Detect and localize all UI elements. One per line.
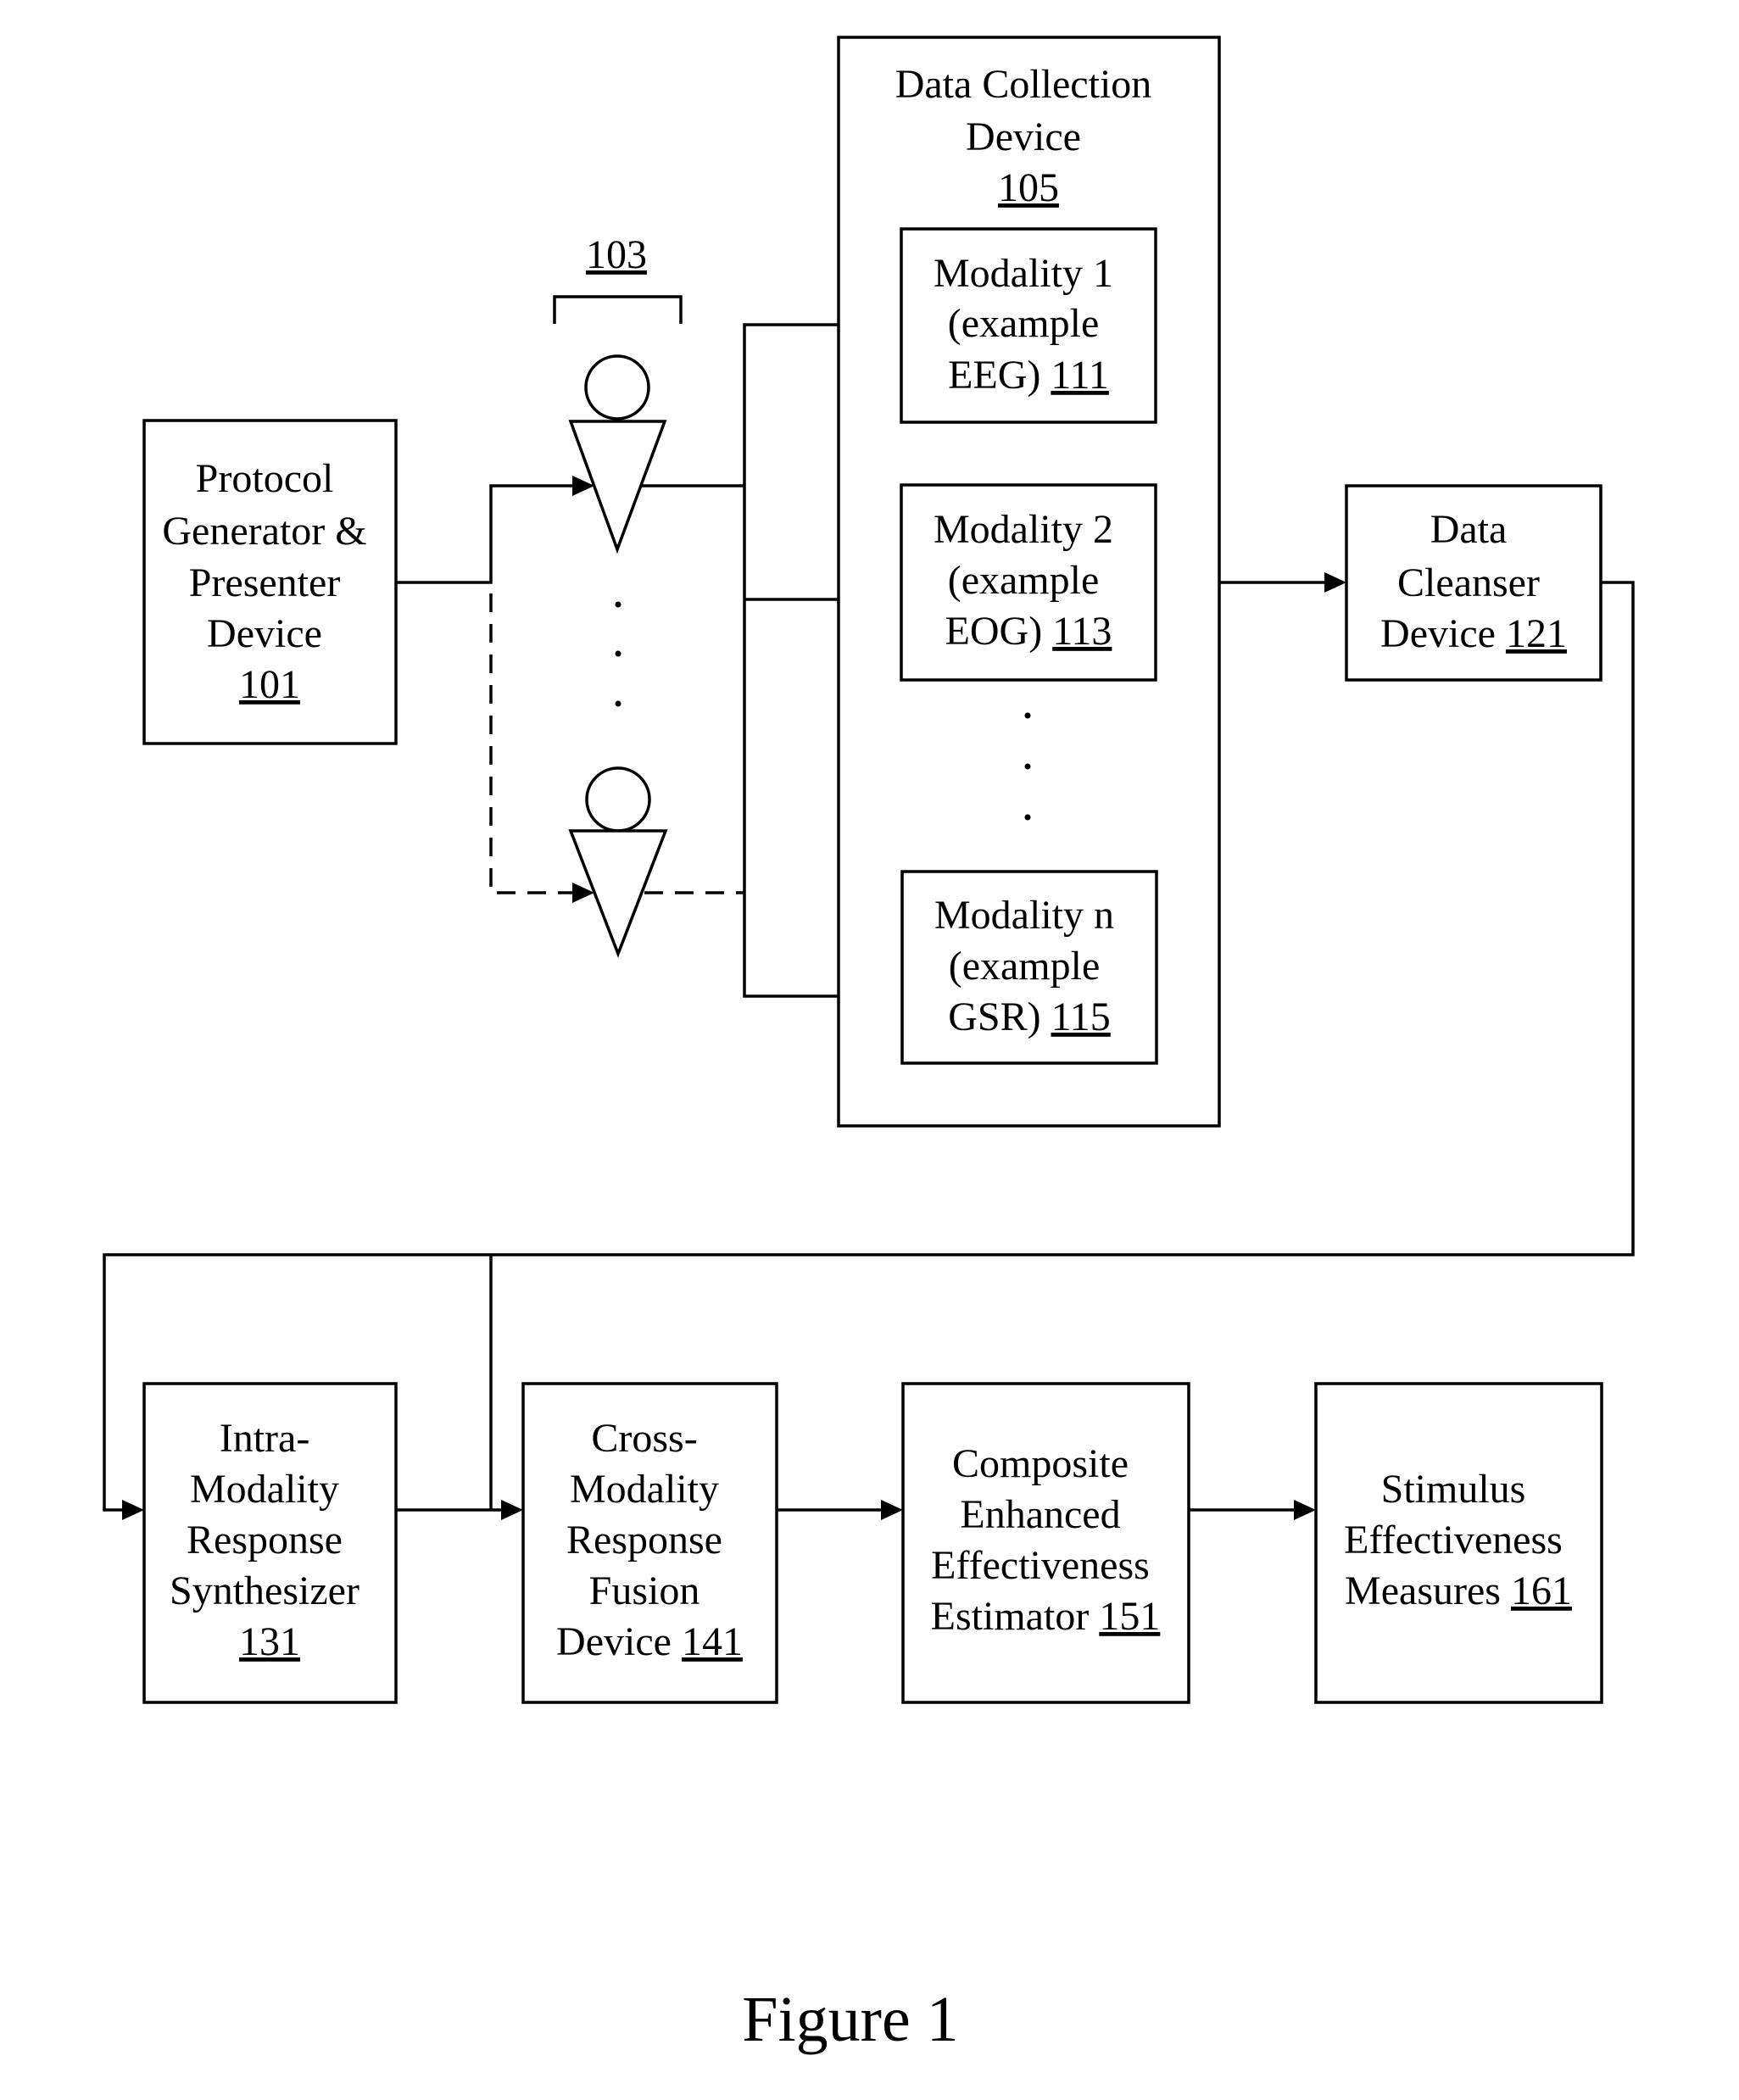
ref-161: 161 — [1511, 1568, 1572, 1613]
arrow-head — [1294, 1500, 1316, 1520]
subject-1-icon — [568, 354, 667, 554]
connector-protocol-to-subject-1 — [396, 484, 587, 584]
ellipsis-dot — [1024, 763, 1031, 770]
cross-modality-block[interactable]: Cross- Modality Response Fusion Device 1… — [521, 1382, 778, 1704]
ellipsis-dot — [615, 700, 621, 707]
intra-modality-block[interactable]: Intra- Modality Response Synthesizer 131 — [142, 1382, 398, 1704]
data-collection-block[interactable]: Data Collection Device 105 Modality 1 (e… — [837, 36, 1221, 1128]
modality-n-label: Modality n (example GSR) 115 — [934, 893, 1124, 1039]
input-bus — [743, 323, 839, 998]
arrow-head — [881, 1500, 903, 1520]
ref-141: 141 — [682, 1619, 743, 1664]
ref-121: 121 — [1506, 611, 1567, 656]
ellipsis-dot — [615, 601, 621, 608]
figure-caption: Figure 1 — [742, 1984, 958, 2055]
subjects-bracket — [553, 295, 683, 324]
arrow-head — [1324, 572, 1346, 593]
modality-1-block[interactable]: Modality 1 (example EEG) 111 — [900, 227, 1157, 424]
ellipsis-dot — [1024, 814, 1031, 821]
composite-estimator-block[interactable]: Composite Enhanced Effectiveness Estimat… — [901, 1382, 1190, 1704]
stimulus-measures-block[interactable]: Stimulus Effectiveness Measures 161 — [1314, 1382, 1603, 1704]
modality-n-block[interactable]: Modality n (example GSR) 115 — [900, 870, 1158, 1065]
subjects-group: 103 — [553, 232, 683, 958]
data-cleanser-block[interactable]: Data Cleanser Device 121 — [1345, 484, 1602, 682]
arrow-head — [501, 1500, 523, 1520]
connector-protocol-to-subject-n — [489, 593, 587, 894]
arrow-head — [122, 1500, 144, 1520]
ellipsis-dot — [1024, 712, 1031, 719]
ref-101: 101 — [239, 662, 300, 707]
modality-2-block[interactable]: Modality 2 (example EOG) 113 — [900, 483, 1157, 682]
ref-111: 111 — [1051, 353, 1108, 398]
protocol-generator-block[interactable]: Protocol Generator & Presenter Device 10… — [142, 419, 398, 745]
modality-1-label: Modality 1 (example EEG) 111 — [934, 251, 1123, 398]
block-diagram: Protocol Generator & Presenter Device 10… — [103, 36, 1635, 2055]
subject-n-icon — [568, 766, 668, 958]
ref-105: 105 — [998, 165, 1059, 210]
ref-151: 151 — [1099, 1594, 1160, 1639]
ref-131: 131 — [239, 1619, 300, 1664]
ref-113: 113 — [1052, 609, 1112, 654]
ref-103: 103 — [586, 232, 647, 277]
modality-2-label: Modality 2 (example EOG) 113 — [934, 507, 1123, 654]
ellipsis-dot — [615, 650, 621, 657]
ref-115: 115 — [1051, 994, 1111, 1039]
